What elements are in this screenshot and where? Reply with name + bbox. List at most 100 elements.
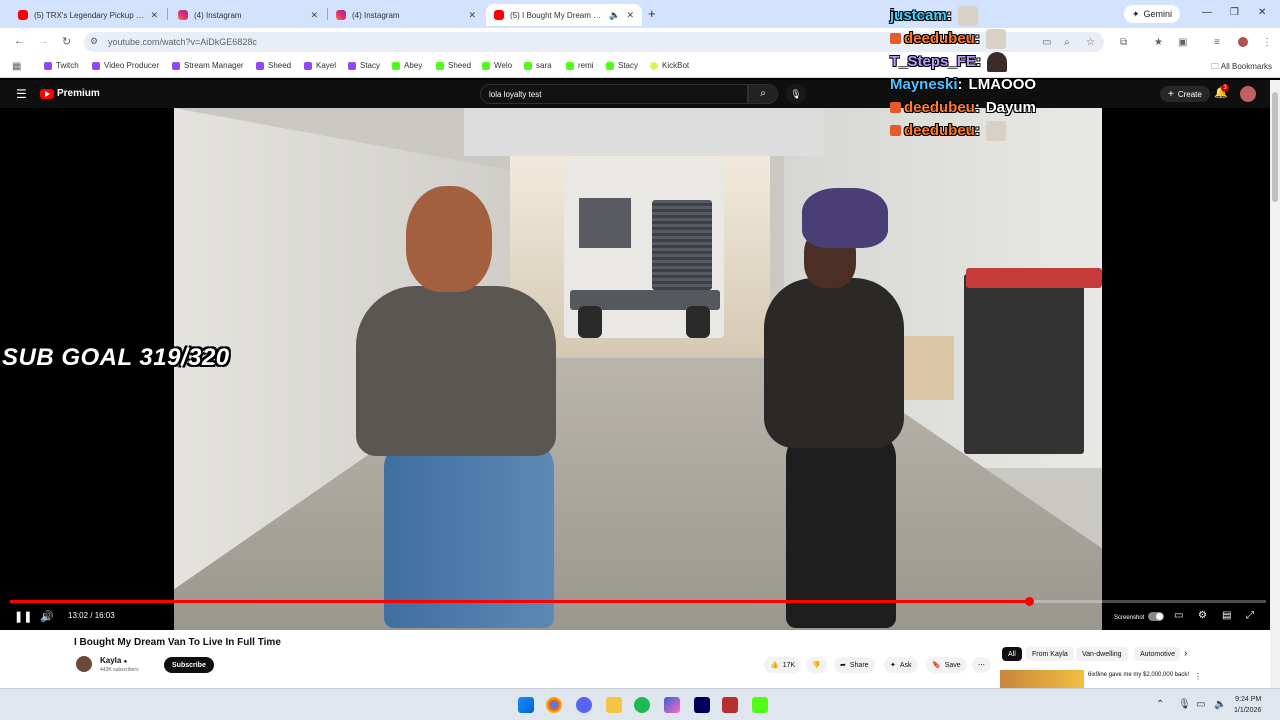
autoplay-toggle[interactable] <box>1148 612 1164 621</box>
discord-icon[interactable] <box>576 697 592 713</box>
hamburger-menu-icon[interactable]: ☰ <box>16 87 27 101</box>
microphone-icon[interactable]: 🎙 <box>1178 699 1191 710</box>
bookmark-item[interactable]: Sheed <box>436 61 471 70</box>
close-icon[interactable]: ✕ <box>150 10 158 21</box>
close-icon[interactable]: ✕ <box>310 10 318 21</box>
progress-bar[interactable] <box>10 597 1266 606</box>
scrollbar[interactable] <box>1270 80 1280 688</box>
spotify-icon[interactable] <box>634 697 650 713</box>
volume-icon[interactable]: 🔊 <box>40 610 54 623</box>
extensions-icon[interactable]: ⧉ <box>1120 37 1127 48</box>
chat-colon: : <box>946 7 952 24</box>
taskbar: ⌃ 🎙 ▭ 🔈 9:24 PM 1/1/2026 <box>0 688 1280 720</box>
chat-colon: : <box>975 53 981 70</box>
copilot-icon[interactable] <box>664 697 680 713</box>
chip-automotive[interactable]: Automotive <box>1134 647 1180 661</box>
site-info-icon[interactable]: ⚙ <box>90 36 98 47</box>
apps-grid-icon[interactable]: ▦ <box>12 61 21 72</box>
search-icon[interactable]: ⌕ <box>748 84 778 104</box>
bookmark-item[interactable]: sara <box>524 61 552 70</box>
bookmark-item[interactable]: Sheed <box>256 61 291 70</box>
clock[interactable]: 9:24 PM 1/1/2026 <box>1234 694 1261 716</box>
microphone-icon[interactable]: 🎙 <box>786 84 806 104</box>
chevron-right-icon[interactable]: › <box>1184 648 1187 659</box>
chat-text: LMAOOO <box>968 76 1037 93</box>
subscribe-button[interactable]: Subscribe <box>164 657 214 673</box>
chat-username: deedubeu <box>904 30 975 47</box>
captions-icon[interactable]: ▭ <box>1174 610 1183 621</box>
minimize-button[interactable]: — <box>1202 7 1212 18</box>
gemini-button[interactable]: ✦ Gemini <box>1124 5 1181 23</box>
bookmark-item[interactable]: Welo <box>482 61 512 70</box>
save-button[interactable]: 🔖 Save <box>926 657 967 673</box>
display-icon[interactable]: ▭ <box>1196 699 1205 710</box>
file-explorer-icon[interactable] <box>606 697 622 713</box>
channel-avatar[interactable] <box>76 656 92 672</box>
close-icon[interactable]: ✕ <box>626 10 634 21</box>
chip-from-channel[interactable]: From Kayla <box>1026 647 1074 661</box>
fullscreen-icon[interactable]: ⤢ <box>1246 610 1254 621</box>
bookmark-item[interactable]: Video Producer <box>92 61 159 70</box>
more-menu-icon[interactable]: ⋮ <box>1262 37 1272 48</box>
premiere-pro-icon[interactable] <box>694 697 710 713</box>
scrollbar-thumb[interactable] <box>1272 92 1278 202</box>
reload-icon[interactable]: ↻ <box>62 35 71 48</box>
media-icon[interactable]: ≡ <box>1214 37 1220 48</box>
volume-icon[interactable]: 🔈 <box>1214 699 1226 710</box>
chip-all[interactable]: All <box>1002 647 1022 661</box>
tab-separator <box>167 8 168 20</box>
chevron-up-icon[interactable]: ⌃ <box>1156 699 1164 710</box>
app-icon[interactable] <box>722 697 738 713</box>
recommendation-thumbnail[interactable] <box>1000 670 1084 688</box>
close-icon[interactable]: ✕ <box>468 10 476 21</box>
back-icon[interactable]: ← <box>14 35 25 47</box>
channel-name[interactable]: Kayla ● <box>100 656 127 665</box>
scene-person-right <box>786 428 896 628</box>
instagram-icon <box>336 10 346 20</box>
miniplayer-icon[interactable]: ▤ <box>1222 610 1231 621</box>
speaker-icon[interactable]: 🔈 <box>609 10 620 21</box>
bookmark-item[interactable]: Abey <box>392 61 422 70</box>
chrome-icon[interactable] <box>546 697 562 713</box>
search-input[interactable] <box>480 84 748 104</box>
youtube-logo[interactable]: Premium <box>40 88 100 99</box>
more-actions-button[interactable]: ⋯ <box>972 657 991 673</box>
scene-van-rack <box>652 200 712 290</box>
dislike-button[interactable]: 👎 <box>806 657 827 673</box>
chip-van-dwelling[interactable]: Van-dwelling <box>1076 647 1128 661</box>
bookmark-item[interactable]: Stream Manager <box>172 61 244 70</box>
profile-avatar[interactable] <box>1238 37 1248 47</box>
create-button[interactable]: + Create <box>1160 86 1210 102</box>
close-window-button[interactable]: ✕ <box>1258 7 1266 18</box>
forward-icon[interactable]: → <box>38 35 49 47</box>
bookmark-item[interactable]: remi <box>566 61 594 70</box>
bookmark-item[interactable]: Stacy <box>348 61 380 70</box>
kick-app-icon[interactable] <box>752 697 768 713</box>
tab-title: (4) Instagram <box>352 10 400 20</box>
bookmark-manager-icon[interactable]: ★ <box>1154 37 1163 48</box>
recommendation-title[interactable]: 6ix9ine gave me my $2,000,000 back! <box>1088 672 1189 678</box>
tab-3-active[interactable]: (5) I Bought My Dream Van 🔈 ✕ <box>486 4 642 26</box>
maximize-button[interactable]: ❐ <box>1230 7 1239 18</box>
ask-button[interactable]: ✦ Ask <box>884 657 918 673</box>
more-icon[interactable]: ⋮ <box>1194 672 1202 681</box>
scrubber-handle[interactable] <box>1024 597 1034 606</box>
tab-1[interactable]: (4) Instagram ✕ <box>170 4 326 26</box>
all-bookmarks-button[interactable]: 🗀 All Bookmarks <box>1211 61 1272 75</box>
chat-message: deedubeu: <box>890 119 1090 142</box>
pause-icon[interactable]: ❚❚ <box>14 610 32 623</box>
bookmark-item[interactable]: Twitch <box>44 61 79 70</box>
settings-icon[interactable]: ⚙ <box>1198 610 1207 621</box>
tab-0[interactable]: (5) TRX's Legendary Pickup Tru ✕ <box>10 4 166 26</box>
split-view-icon[interactable]: ▣ <box>1178 37 1187 48</box>
share-button[interactable]: ➦ Share <box>834 657 875 673</box>
windows-start-icon[interactable] <box>518 697 534 713</box>
bookmark-item[interactable]: Stacy <box>606 61 638 70</box>
video-player[interactable]: SUB GOAL 319/320 <box>0 108 1270 630</box>
tab-2[interactable]: (4) Instagram ✕ <box>328 4 484 26</box>
avatar[interactable] <box>1240 86 1256 102</box>
bookmark-item[interactable]: KickBot <box>650 61 689 70</box>
like-button[interactable]: 👍 17K <box>764 657 802 673</box>
new-tab-button[interactable]: + <box>648 6 656 21</box>
bookmark-item[interactable]: Kayel <box>304 61 336 70</box>
